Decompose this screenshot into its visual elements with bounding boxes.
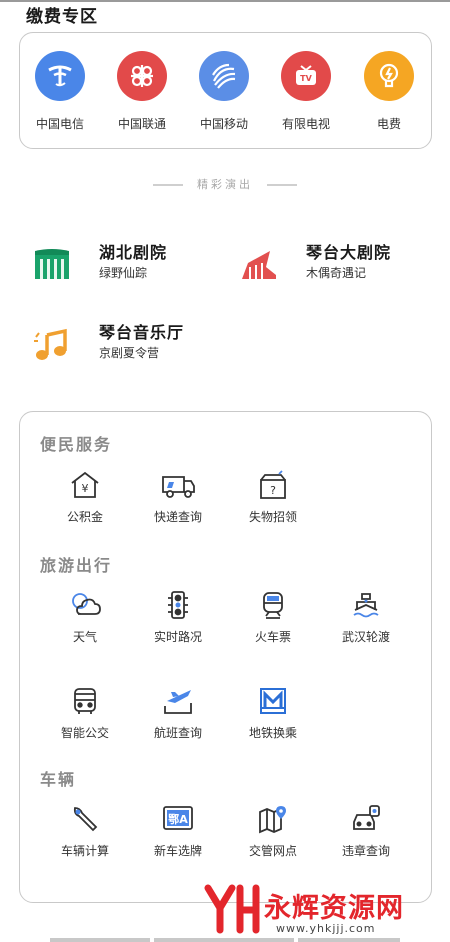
service-label: 车辆计算 [60, 844, 109, 858]
scroll-segment [154, 938, 294, 942]
service-weather[interactable]: 天气 [45, 590, 125, 645]
car-violation-icon [353, 805, 380, 830]
service-train-ticket[interactable]: 火车票 [233, 590, 313, 645]
traffic-light-icon [168, 591, 188, 619]
service-label: 天气 [72, 630, 97, 644]
payment-section-title: 缴费专区 [26, 7, 98, 27]
service-label: 失物招领 [248, 510, 297, 524]
service-traffic[interactable]: 实时路况 [138, 590, 218, 645]
show-name: 琴台音乐厅 [99, 323, 185, 342]
service-label: 火车票 [254, 630, 291, 644]
electricity-icon [364, 51, 414, 101]
shows-divider: 精彩演出 [0, 176, 450, 192]
grand-theater-icon [242, 251, 276, 279]
group-title-travel: 旅游出行 [40, 556, 113, 575]
pay-item-label: 有限电视 [281, 117, 330, 131]
service-metro-transfer[interactable]: 地铁换乘 [233, 686, 313, 741]
service-label: 武汉轮渡 [341, 630, 390, 644]
service-lost-found[interactable]: ? 失物招领 [233, 470, 313, 525]
service-label: 地铁换乘 [248, 726, 297, 740]
watermark-url: www.yhkjjj.com [276, 922, 376, 935]
service-label: 新车选牌 [153, 844, 202, 858]
train-icon [263, 592, 283, 619]
service-label: 航班查询 [153, 726, 202, 740]
divider-line-left [153, 184, 183, 186]
pay-item-label: 电费 [376, 117, 401, 131]
pay-item-china-unicom[interactable]: 中国联通 [107, 51, 177, 132]
metro-icon [260, 688, 286, 714]
music-note-icon [34, 328, 67, 360]
watermark-logo: 永辉资源网 www.yhkjjj.com [202, 882, 448, 938]
show-subtitle: 木偶奇遇记 [306, 266, 367, 280]
pay-item-label: 中国联通 [117, 117, 166, 131]
map-pin-icon [259, 806, 286, 834]
pay-item-cable-tv[interactable]: TV 有限电视 [271, 51, 341, 132]
pay-item-china-mobile[interactable]: 中国移动 [189, 51, 259, 132]
pay-item-china-telecom[interactable]: 中国电信 [25, 51, 95, 132]
services-card: 便民服务 ¥ 公积金 快递查询 ? 失物招领 旅游出行 天气 实时路况 火车票 … [19, 411, 432, 903]
show-item-qintai-grand-theater[interactable]: 琴台大剧院 木偶奇遇记 [240, 243, 430, 287]
wrench-icon [73, 807, 98, 832]
service-violation-query[interactable]: 违章查询 [326, 804, 406, 859]
theater-building-icon [35, 249, 69, 279]
airplane-icon [164, 690, 192, 714]
service-wuhan-ferry[interactable]: 武汉轮渡 [326, 590, 406, 645]
service-label: 交管网点 [248, 844, 297, 858]
weather-cloud-icon [72, 593, 101, 615]
housing-fund-icon: ¥ [71, 471, 99, 498]
service-smart-bus[interactable]: 智能公交 [45, 686, 125, 741]
group-title-convenience: 便民服务 [40, 435, 113, 454]
show-subtitle: 京剧夏令营 [99, 346, 160, 360]
service-label: 违章查询 [341, 844, 390, 858]
svg-text:?: ? [270, 484, 276, 497]
ferry-icon [353, 593, 379, 618]
show-subtitle: 绿野仙踪 [99, 266, 148, 280]
pay-item-electricity[interactable]: 电费 [354, 51, 424, 132]
show-name: 湖北剧院 [99, 243, 168, 262]
license-plate-icon: 鄂A [163, 806, 193, 830]
show-name: 琴台大剧院 [306, 243, 392, 262]
watermark-yh-logo-icon [204, 884, 260, 934]
svg-text:TV: TV [300, 74, 312, 83]
china-telecom-icon [35, 51, 85, 101]
pay-item-label: 中国电信 [35, 117, 84, 131]
service-label: 智能公交 [60, 726, 109, 740]
service-flight-query[interactable]: 航班查询 [138, 686, 218, 741]
svg-text:¥: ¥ [82, 482, 89, 495]
scroll-segment [50, 938, 150, 942]
service-label: 实时路况 [153, 630, 202, 644]
tv-icon: TV [281, 51, 331, 101]
show-item-qintai-concert-hall[interactable]: 琴台音乐厅 京剧夏令营 [33, 323, 223, 367]
service-traffic-office[interactable]: 交管网点 [233, 804, 313, 859]
service-label: 快递查询 [153, 510, 202, 524]
lost-found-box-icon: ? [260, 470, 286, 499]
pay-item-label: 中国移动 [199, 117, 248, 131]
service-label: 公积金 [66, 510, 103, 524]
group-title-vehicle: 车辆 [40, 770, 77, 789]
shows-divider-label: 精彩演出 [197, 178, 253, 191]
show-item-hubei-theater[interactable]: 湖北剧院 绿野仙踪 [33, 243, 203, 287]
bottom-scroll-indicator [50, 938, 400, 942]
china-unicom-icon [117, 51, 167, 101]
divider-line-right [267, 184, 297, 186]
service-housing-fund[interactable]: ¥ 公积金 [45, 470, 125, 525]
service-new-plate[interactable]: 鄂A 新车选牌 [138, 804, 218, 859]
delivery-truck-icon [162, 476, 195, 498]
scroll-segment [298, 938, 400, 942]
watermark-text: 永辉资源网 [264, 893, 404, 924]
china-mobile-icon [199, 51, 249, 101]
service-express-query[interactable]: 快递查询 [138, 470, 218, 525]
service-vehicle-calc[interactable]: 车辆计算 [45, 804, 125, 859]
bus-icon [74, 688, 96, 714]
plate-text: 鄂A [168, 812, 188, 826]
payment-card: 中国电信 中国联通 中国移动 TV 有限电视 电费 [19, 32, 432, 149]
